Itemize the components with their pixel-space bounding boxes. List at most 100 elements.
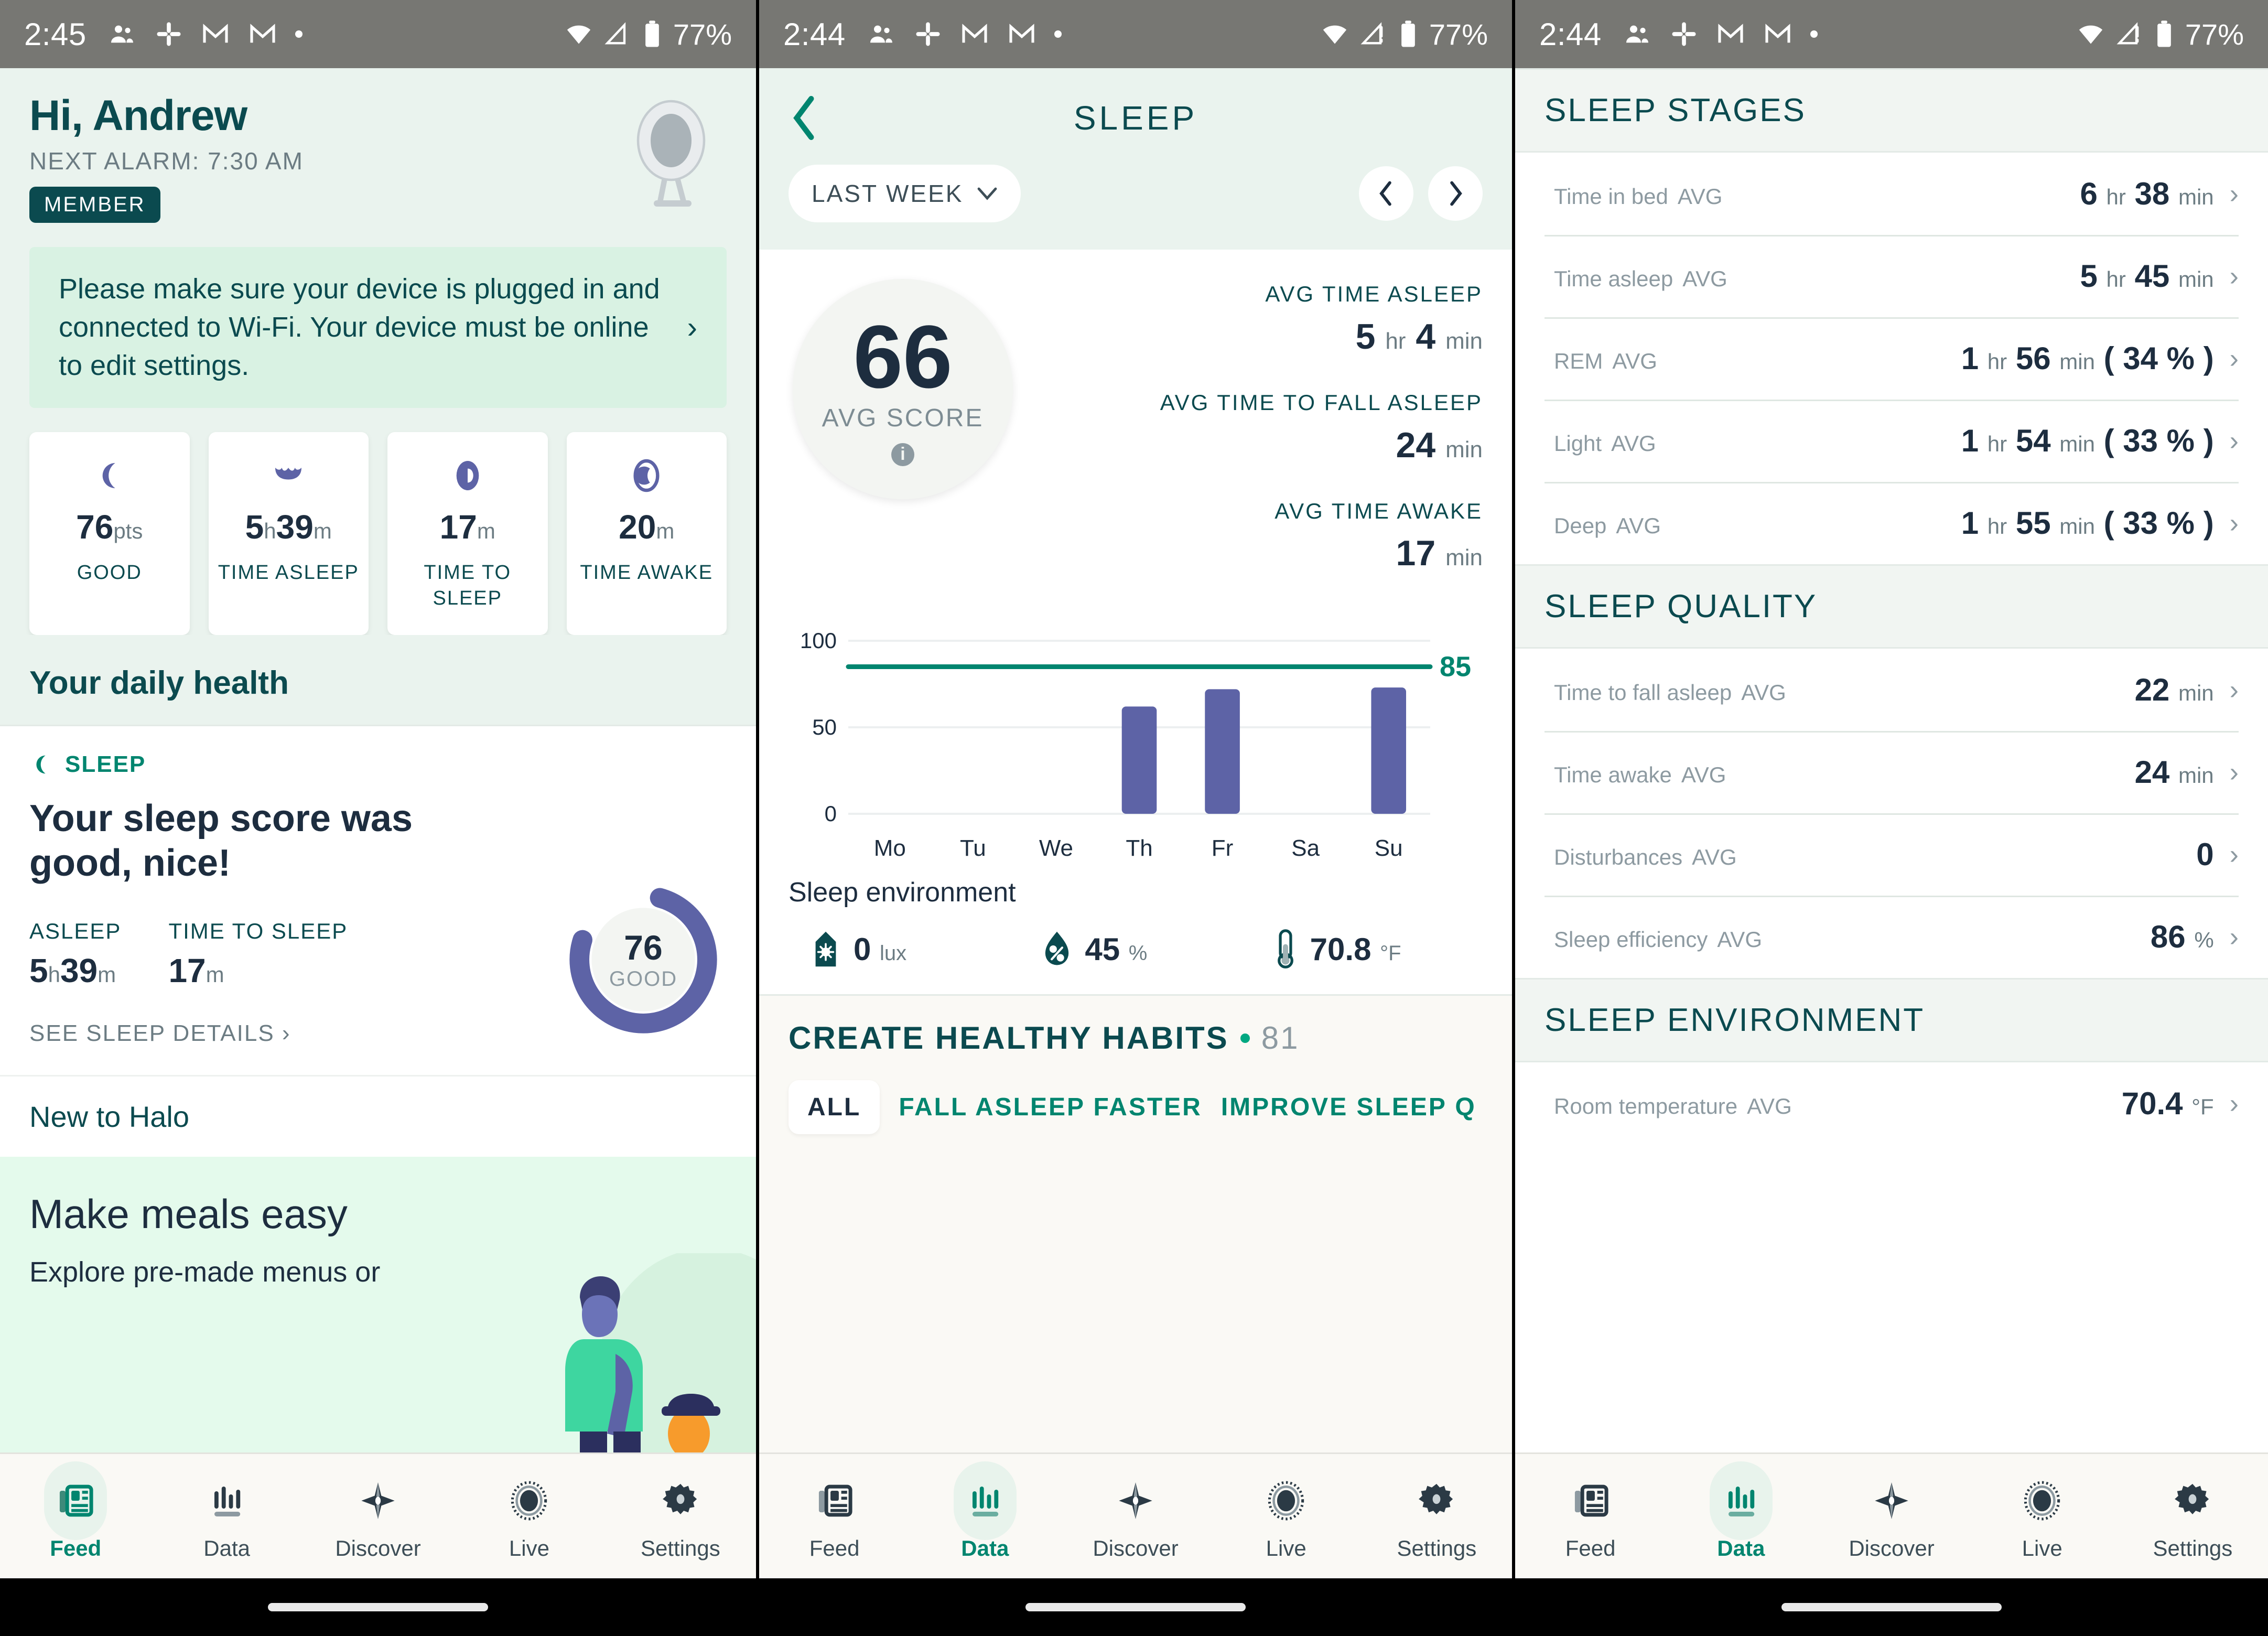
sleep-summary-card[interactable]: SLEEP Your sleep score was good, nice! A… — [0, 724, 756, 1075]
row-value: 86 % — [2150, 919, 2214, 954]
habits-tab-fall-asleep-faster[interactable]: FALL ASLEEP FASTER — [899, 1093, 1202, 1122]
tab-feed[interactable]: Feed — [1515, 1472, 1666, 1561]
eye-open-icon — [572, 453, 722, 498]
status-right-icons: 77% — [2076, 17, 2244, 51]
device-notice-banner[interactable]: Please make sure your device is plugged … — [29, 247, 727, 408]
row-label: Time awake AVG — [1554, 762, 1726, 787]
chevron-down-icon — [978, 187, 997, 200]
tab-data[interactable]: Data — [151, 1472, 302, 1561]
detail-row-time-to-fall-asleep[interactable]: Time to fall asleep AVG 22 min › — [1515, 649, 2268, 731]
detail-row-deep[interactable]: Deep AVG 1 hr 55 min ( 33 % ) › — [1515, 482, 2268, 564]
x-axis-tick-label: Fr — [1212, 835, 1234, 861]
detail-row-disturbances[interactable]: Disturbances AVG 0 › — [1515, 813, 2268, 896]
row-label: Time in bed AVG — [1554, 184, 1723, 209]
gesture-bar — [759, 1578, 1512, 1636]
tab-label: Discover — [1093, 1535, 1179, 1560]
tab-discover[interactable]: Discover — [303, 1472, 453, 1561]
stat-avg-time-to-fall-asleep: AVG TIME TO FALL ASLEEP 24 min — [1160, 388, 1483, 466]
tab-settings[interactable]: Settings — [1362, 1472, 1512, 1561]
avatar[interactable] — [624, 100, 718, 210]
tab-feed[interactable]: Feed — [0, 1461, 151, 1561]
battery-icon — [645, 20, 659, 47]
info-icon[interactable]: i — [891, 443, 914, 466]
tab-live[interactable]: Live — [1967, 1472, 2118, 1561]
detail-row-time-in-bed[interactable]: Time in bed AVG 6 hr 38 min › — [1515, 153, 2268, 235]
ring-label: GOOD — [609, 967, 678, 991]
panel-feed-home: 2:45 77% Hi, Andrew NEXT ALARM: 7:30 AM … — [0, 0, 756, 1636]
reference-line-label: 85 — [1440, 651, 1471, 683]
eye-closed-icon — [393, 453, 543, 498]
metric-card-sleep-score[interactable]: 76pts GOOD — [29, 432, 190, 635]
next-week-button[interactable] — [1428, 166, 1483, 221]
prev-week-button[interactable] — [1359, 166, 1413, 221]
ring-score: 76 — [624, 928, 663, 967]
feed-icon — [759, 1472, 910, 1530]
sleep-header: SLEEP LAST WEEK — [759, 68, 1512, 250]
details-scroll-area[interactable]: SLEEP STAGES Time in bed AVG 6 hr 38 min … — [1515, 68, 2268, 1452]
back-button[interactable] — [789, 94, 821, 142]
metric-card-time-awake[interactable]: 20m TIME AWAKE — [566, 432, 727, 635]
sleep-headline: Your sleep score was good, nice! — [29, 797, 413, 884]
sleep-environment-items: 0 lux 45 % 70.8 °F — [789, 929, 1483, 969]
status-bar: 2:44 77% — [1515, 0, 2268, 68]
x-axis-tick-label: Tu — [960, 835, 986, 861]
bottom-tab-bar: Feed Data Discover Live Settings — [759, 1452, 1512, 1578]
metric-value: 5h39m — [245, 508, 332, 546]
new-to-halo-heading: New to Halo — [0, 1075, 756, 1157]
row-value: 22 min — [2134, 672, 2214, 707]
tab-settings[interactable]: Settings — [605, 1472, 756, 1561]
metric-card-time-to-sleep[interactable]: 17m TIME TO SLEEP — [387, 432, 548, 635]
row-value: 0 — [2196, 837, 2214, 872]
promo-title: Make meals easy — [29, 1191, 348, 1237]
chevron-left-icon — [1379, 181, 1391, 206]
habits-tab-improve-sleep[interactable]: IMPROVE SLEEP Q — [1221, 1093, 1476, 1122]
live-ring-icon — [1967, 1472, 2118, 1530]
slack-icon — [1672, 22, 1696, 46]
tab-data[interactable]: Data — [910, 1461, 1060, 1561]
status-bar: 2:45 77% — [0, 0, 756, 68]
row-value: 70.4 °F — [2121, 1086, 2214, 1121]
dot-icon — [1810, 30, 1818, 38]
tab-label: Feed — [1565, 1535, 1616, 1560]
week-selector[interactable]: LAST WEEK — [789, 165, 1021, 222]
row-value: 1 hr 56 min ( 34 % ) — [1961, 341, 2214, 376]
detail-row-rem[interactable]: REM AVG 1 hr 56 min ( 34 % ) › — [1515, 317, 2268, 400]
tab-live[interactable]: Live — [1211, 1472, 1362, 1561]
signal-icon — [604, 22, 626, 45]
week-nav-buttons — [1359, 166, 1483, 221]
tab-label: Settings — [1397, 1535, 1477, 1560]
promo-card-meals[interactable]: Make meals easy Explore pre-made menus o… — [0, 1157, 756, 1452]
live-ring-icon — [453, 1472, 604, 1530]
metric-label: GOOD — [77, 561, 142, 584]
tab-live[interactable]: Live — [453, 1472, 604, 1561]
chevron-right-icon: › — [2229, 343, 2239, 374]
tab-settings[interactable]: Settings — [2118, 1472, 2268, 1561]
gear-icon — [2118, 1472, 2268, 1530]
env-value: 0 lux — [854, 931, 907, 967]
panel-sleep-details: 2:44 77% SLEEP STAGES Time in bed AVG 6 h… — [1512, 0, 2268, 1636]
sleep-tag: SLEEP — [29, 751, 727, 778]
detail-row-light[interactable]: Light AVG 1 hr 54 min ( 33 % ) › — [1515, 400, 2268, 482]
detail-row-time-asleep[interactable]: Time asleep AVG 5 hr 45 min › — [1515, 235, 2268, 317]
weekly-score-chart[interactable]: 0 50 100 85 Mo Tu We Th Fr Sa Su — [759, 604, 1512, 861]
tab-data[interactable]: Data — [1666, 1461, 1816, 1561]
next-alarm-label: NEXT ALARM: 7:30 AM — [29, 147, 304, 175]
detail-row-time-awake[interactable]: Time awake AVG 24 min › — [1515, 731, 2268, 813]
status-time: 2:44 — [1539, 16, 1602, 52]
tab-discover[interactable]: Discover — [1816, 1472, 1967, 1561]
detail-row-room-temperature[interactable]: Room temperature AVG 70.4 °F › — [1515, 1062, 2268, 1145]
chevron-right-icon: › — [2229, 425, 2239, 456]
compass-star-icon — [303, 1472, 453, 1530]
metric-card-time-asleep[interactable]: 5h39m TIME ASLEEP — [208, 432, 369, 635]
tab-feed[interactable]: Feed — [759, 1472, 910, 1561]
tab-discover[interactable]: Discover — [1060, 1472, 1211, 1561]
detail-row-sleep-efficiency[interactable]: Sleep efficiency AVG 86 % › — [1515, 896, 2268, 978]
chevron-right-icon: › — [2229, 839, 2239, 870]
battery-icon — [1401, 20, 1415, 47]
section-header-sleep-quality: SLEEP QUALITY — [1515, 564, 2268, 649]
habits-tab-all[interactable]: ALL — [789, 1080, 880, 1135]
compass-star-icon — [1816, 1472, 1967, 1530]
avg-score-value: 66 — [853, 307, 953, 407]
gesture-bar — [1515, 1578, 2268, 1636]
status-notification-icons — [1623, 19, 1818, 49]
